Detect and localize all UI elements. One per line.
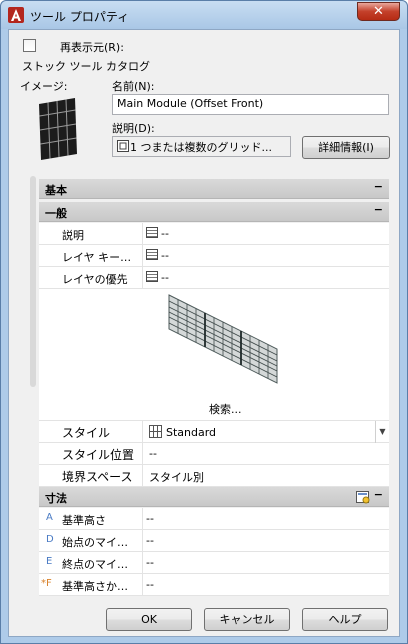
section-general-label: 一般: [45, 207, 67, 220]
ok-button[interactable]: OK: [106, 608, 192, 631]
title-bar[interactable]: ツール プロパティ ✕: [1, 1, 407, 29]
table-icon: [146, 249, 158, 260]
close-icon: ✕: [373, 4, 384, 19]
prop-name: レイヤの優先: [62, 273, 128, 286]
redisplay-value: ストック ツール カタログ: [22, 60, 150, 73]
help-button[interactable]: ヘルプ: [302, 608, 388, 631]
autocad-app-icon: [8, 7, 24, 23]
cancel-button[interactable]: キャンセル: [204, 608, 290, 631]
prop-value[interactable]: --: [146, 249, 169, 262]
prop-name: スタイル: [62, 426, 111, 440]
collapse-icon[interactable]: −: [374, 180, 383, 193]
redisplay-checkbox[interactable]: [23, 39, 36, 52]
style-dropdown[interactable]: Standard: [149, 425, 216, 439]
grid-scrollbar[interactable]: [30, 176, 36, 387]
prop-row-description[interactable]: 説明 --: [39, 223, 389, 245]
column-divider: [142, 223, 143, 245]
close-button[interactable]: ✕: [357, 2, 400, 21]
dimension-settings-icon[interactable]: [356, 490, 370, 504]
prop-value[interactable]: --: [146, 271, 169, 284]
column-divider: [142, 465, 143, 487]
prop-row-start-miter[interactable]: D 始点のマイ… --: [39, 530, 389, 552]
dialog-client: 再表示元(R): ストック ツール カタログ イメージ: 名前(N): Main…: [8, 29, 400, 637]
window-title: ツール プロパティ: [30, 10, 130, 24]
description-label: 説明(D):: [112, 122, 155, 135]
prop-row-base-height-offset[interactable]: *F 基準高さか… --: [39, 574, 389, 596]
prop-value: スタイル別: [149, 471, 204, 484]
section-basic[interactable]: 基本 −: [39, 179, 389, 199]
text-field-icon: [117, 140, 129, 152]
collapse-icon[interactable]: −: [374, 488, 383, 501]
style-preview-cell: 検索...: [39, 289, 389, 421]
prop-row-end-miter[interactable]: E 終点のマイ… --: [39, 552, 389, 574]
chevron-down-icon[interactable]: ▼: [375, 421, 389, 443]
dimension-marker-icon: *F: [41, 578, 52, 589]
prop-row-layer-override[interactable]: レイヤの優先 --: [39, 267, 389, 289]
image-label: イメージ:: [20, 80, 68, 93]
section-basic-label: 基本: [45, 184, 67, 197]
prop-row-layer-key[interactable]: レイヤ キー… --: [39, 245, 389, 267]
prop-value[interactable]: --: [146, 512, 154, 525]
column-divider: [142, 421, 143, 443]
prop-name: 基準高さ: [62, 514, 106, 527]
prop-name: 終点のマイ…: [62, 558, 128, 571]
browse-link[interactable]: 検索...: [209, 401, 242, 417]
details-button[interactable]: 詳細情報(I): [302, 136, 390, 159]
column-divider: [142, 552, 143, 574]
style-dropdown-value: Standard: [166, 426, 217, 439]
prop-value: --: [149, 447, 157, 460]
column-divider: [142, 267, 143, 289]
name-input[interactable]: Main Module (Offset Front): [112, 94, 389, 115]
description-value: 1 つまたは複数のグリッド...: [130, 141, 272, 154]
collapse-icon[interactable]: −: [374, 203, 383, 216]
prop-value[interactable]: --: [146, 534, 154, 547]
redisplay-label: 再表示元(R):: [60, 41, 124, 54]
prop-name: 境界スペース: [62, 470, 133, 484]
curtain-wall-preview-image[interactable]: [167, 293, 279, 385]
tool-properties-window: ツール プロパティ ✕ 再表示元(R): ストック ツール カタログ イメージ:…: [0, 0, 408, 644]
style-grid-icon: [149, 425, 162, 438]
prop-name: 説明: [62, 229, 84, 242]
prop-value[interactable]: --: [146, 227, 169, 240]
curtain-wall-thumbnail[interactable]: [37, 98, 79, 160]
prop-name: 始点のマイ…: [62, 536, 128, 549]
dimension-marker-icon: E: [46, 556, 53, 567]
column-divider: [142, 443, 143, 465]
description-field[interactable]: 1 つまたは複数のグリッド...: [112, 136, 291, 157]
prop-name: スタイル位置: [62, 448, 135, 462]
section-dimensions[interactable]: 寸法 −: [39, 487, 389, 507]
prop-name: 基準高さか…: [62, 580, 128, 593]
column-divider: [142, 530, 143, 552]
prop-row-style-location[interactable]: スタイル位置 --: [39, 443, 389, 465]
prop-value-text: --: [161, 271, 169, 284]
column-divider: [142, 574, 143, 596]
table-icon: [146, 227, 158, 238]
prop-value[interactable]: --: [146, 556, 154, 569]
dimension-marker-icon: D: [46, 534, 54, 545]
prop-value[interactable]: --: [146, 578, 154, 591]
prop-row-boundary-space[interactable]: 境界スペース スタイル別: [39, 465, 389, 487]
prop-value-text: --: [161, 227, 169, 240]
section-general[interactable]: 一般 −: [39, 202, 389, 222]
prop-name: レイヤ キー…: [62, 251, 132, 264]
column-divider: [142, 245, 143, 267]
table-icon: [146, 271, 158, 282]
name-label: 名前(N):: [112, 80, 155, 93]
dimension-marker-icon: A: [46, 512, 53, 523]
section-dimensions-label: 寸法: [45, 492, 67, 505]
prop-row-base-height[interactable]: A 基準高さ --: [39, 508, 389, 530]
prop-value-text: --: [161, 249, 169, 262]
column-divider: [142, 508, 143, 530]
prop-row-style[interactable]: スタイル Standard ▼: [39, 421, 389, 443]
